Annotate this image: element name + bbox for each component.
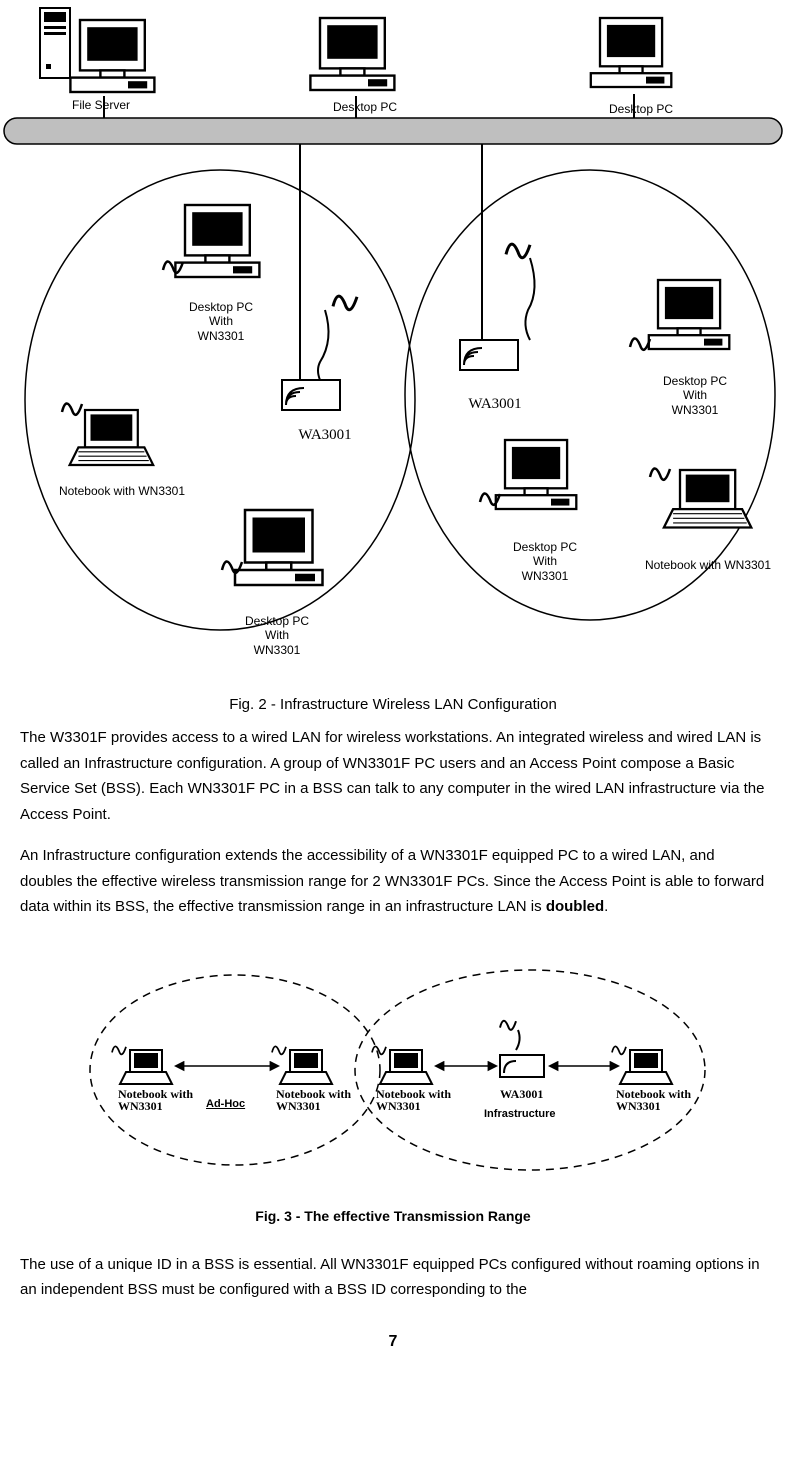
figure-3-svg	[0, 940, 786, 1190]
para-1: The W3301F provides access to a wired LA…	[20, 725, 766, 827]
txt: Desktop PC	[245, 614, 309, 628]
figure-3: Notebook with WN3301 Ad-Hoc Notebook wit…	[0, 940, 786, 1190]
txt: Desktop PC	[663, 374, 727, 388]
l-nb-label: Notebook with WN3301	[42, 484, 202, 498]
figure-2-caption: Fig. 2 - Infrastructure Wireless LAN Con…	[0, 696, 786, 713]
txt: With	[209, 314, 233, 328]
l-ap-label: WA3001	[280, 426, 370, 444]
r-desk1-label: Desktop PC With WN3301	[650, 374, 740, 417]
txt: WN3301	[522, 569, 569, 583]
r-nb-label: Notebook with WN3301	[628, 558, 786, 572]
figure-2: File Server Desktop PC Desktop PC Deskto…	[0, 0, 786, 690]
para-2: An Infrastructure configuration extends …	[20, 843, 766, 920]
txt: With	[683, 388, 707, 402]
txt: With	[533, 554, 557, 568]
txt: WN3301	[118, 1099, 163, 1113]
txt: Desktop PC	[189, 300, 253, 314]
f3-nb2: Notebook with WN3301	[276, 1088, 351, 1112]
txt: With	[265, 628, 289, 642]
para-3: The use of a unique ID in a BSS is essen…	[20, 1252, 766, 1303]
dpc1-label: Desktop PC	[320, 100, 410, 114]
l-desk2-label: Desktop PC With WN3301	[232, 614, 322, 657]
f3-nb1: Notebook with WN3301	[118, 1088, 193, 1112]
txt: WN3301	[198, 329, 245, 343]
txt: Desktop PC	[513, 540, 577, 554]
fs-label: File Server	[56, 98, 146, 112]
dpc2-label: Desktop PC	[596, 102, 686, 116]
txt: An Infrastructure configuration extends …	[20, 847, 764, 915]
f3-nb3: Notebook with WN3301	[376, 1088, 451, 1112]
r-desk2-label: Desktop PC With WN3301	[500, 540, 590, 583]
f3-nb4: Notebook with WN3301	[616, 1088, 691, 1112]
txt: WN3301	[376, 1099, 421, 1113]
txt: WN3301	[616, 1099, 661, 1113]
txt: .	[604, 898, 608, 915]
f3-adhoc: Ad-Hoc	[206, 1098, 245, 1110]
doubled-bold: doubled	[546, 898, 604, 915]
txt: WN3301	[254, 643, 301, 657]
l-desk1-label: Desktop PC With WN3301	[176, 300, 266, 343]
f3-ap: WA3001	[500, 1088, 543, 1100]
txt: WN3301	[276, 1099, 321, 1113]
page-number: 7	[0, 1333, 786, 1351]
r-ap-label: WA3001	[450, 395, 540, 413]
figure-3-caption: Fig. 3 - The effective Transmission Rang…	[0, 1208, 786, 1224]
txt: WN3301	[672, 403, 719, 417]
f3-infra: Infrastructure	[484, 1108, 556, 1120]
